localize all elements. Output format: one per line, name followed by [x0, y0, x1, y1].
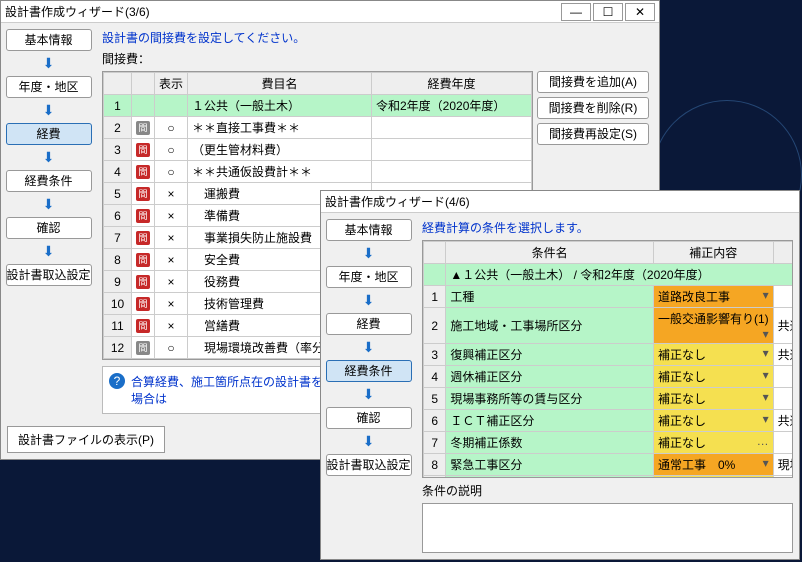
wizard-step-5[interactable]: 設計書取込設定 — [6, 264, 92, 286]
wizard-step-1[interactable]: 年度・地区 — [6, 76, 92, 98]
titlebar: 設計書作成ウィザード(4/6) — [321, 191, 799, 213]
arrow-icon: ⬇ — [363, 245, 375, 262]
minimize-button[interactable]: — — [561, 3, 591, 21]
cost-row[interactable]: 2間○＊＊直接工事費＊＊ — [104, 117, 532, 139]
arrow-icon: ⬇ — [43, 243, 55, 260]
cost-row[interactable]: 3間○（更生管材料費） — [104, 139, 532, 161]
show-file-button[interactable]: 設計書ファイルの表示(P) — [7, 426, 165, 453]
condition-row[interactable]: 2施工地域・工事場所区分一般交通影響有り(1)▾共通 — [424, 308, 794, 344]
wizard-sidebar: 基本情報 ⬇ 年度・地区 ⬇ 経費 ⬇ 経費条件 ⬇ 確認 ⬇ 設計書取込設定 — [321, 213, 416, 559]
wizard-step-2[interactable]: 経費 — [6, 123, 92, 145]
condition-row[interactable]: 5現場事務所等の賃与区分補正なし▾ — [424, 388, 794, 410]
instruction-text: 経費計算の条件を選択します。 — [422, 219, 793, 236]
maximize-button[interactable]: ☐ — [593, 3, 623, 21]
condition-row[interactable]: 1工種道路改良工事▾ — [424, 286, 794, 308]
wizard-step-0[interactable]: 基本情報 — [6, 29, 92, 51]
condition-row[interactable]: 7冬期補正係数補正なし… — [424, 432, 794, 454]
window-title: 設計書作成ウィザード(3/6) — [5, 3, 559, 20]
cost-row[interactable]: 1１公共（一般土木）令和2年度（2020年度） — [104, 95, 532, 117]
wizard-step-3[interactable]: 経費条件 — [326, 360, 412, 382]
arrow-icon: ⬇ — [363, 386, 375, 403]
arrow-icon: ⬇ — [363, 292, 375, 309]
wizard-step-0[interactable]: 基本情報 — [326, 219, 412, 241]
close-button[interactable]: ✕ — [625, 3, 655, 21]
wizard-step-5[interactable]: 設計書取込設定 — [326, 454, 412, 476]
arrow-icon: ⬇ — [43, 149, 55, 166]
titlebar: 設計書作成ウィザード(3/6) — ☐ ✕ — [1, 1, 659, 23]
arrow-icon: ⬇ — [43, 55, 55, 72]
wizard-window-4: 設計書作成ウィザード(4/6) 基本情報 ⬇ 年度・地区 ⬇ 経費 ⬇ 経費条件 ⬇ 確認 ⬇ 設計… — [320, 190, 800, 560]
section-label: 間接費： — [102, 50, 653, 67]
description-label: 条件の説明 — [422, 482, 793, 499]
condition-row[interactable]: 8緊急工事区分通常工事 0%▾現場 — [424, 454, 794, 476]
info-icon: ? — [109, 373, 125, 389]
arrow-icon: ⬇ — [43, 102, 55, 119]
condition-row[interactable]: 6ＩＣＴ補正区分補正なし▾共通 — [424, 410, 794, 432]
description-box — [422, 503, 793, 553]
condition-row[interactable]: 3復興補正区分補正なし▾共通 — [424, 344, 794, 366]
wizard-step-1[interactable]: 年度・地区 — [326, 266, 412, 288]
cost-row[interactable]: 4間○＊＊共通仮設費計＊＊ — [104, 161, 532, 183]
wizard-step-3[interactable]: 経費条件 — [6, 170, 92, 192]
arrow-icon: ⬇ — [363, 339, 375, 356]
arrow-icon: ⬇ — [363, 433, 375, 450]
action-button-2[interactable]: 間接費再設定(S) — [537, 123, 649, 145]
window-title: 設計書作成ウィザード(4/6) — [325, 193, 795, 210]
action-button-0[interactable]: 間接費を追加(A) — [537, 71, 649, 93]
instruction-text: 設計書の間接費を設定してください。 — [102, 29, 653, 46]
arrow-icon: ⬇ — [43, 196, 55, 213]
wizard-step-2[interactable]: 経費 — [326, 313, 412, 335]
action-button-1[interactable]: 間接費を削除(R) — [537, 97, 649, 119]
wizard-step-4[interactable]: 確認 — [326, 407, 412, 429]
condition-row[interactable]: 9前払金支出割合区分補正なし▾一般 — [424, 476, 794, 479]
wizard-step-4[interactable]: 確認 — [6, 217, 92, 239]
wizard-sidebar: 基本情報 ⬇ 年度・地区 ⬇ 経費 ⬇ 経費条件 ⬇ 確認 ⬇ 設計書取込設定 — [1, 23, 96, 420]
condition-row[interactable]: 4週休補正区分補正なし▾ — [424, 366, 794, 388]
conditions-grid[interactable]: 条件名補正内容▲１公共（一般土木） / 令和2年度（2020年度）1工種道路改良… — [422, 240, 793, 478]
